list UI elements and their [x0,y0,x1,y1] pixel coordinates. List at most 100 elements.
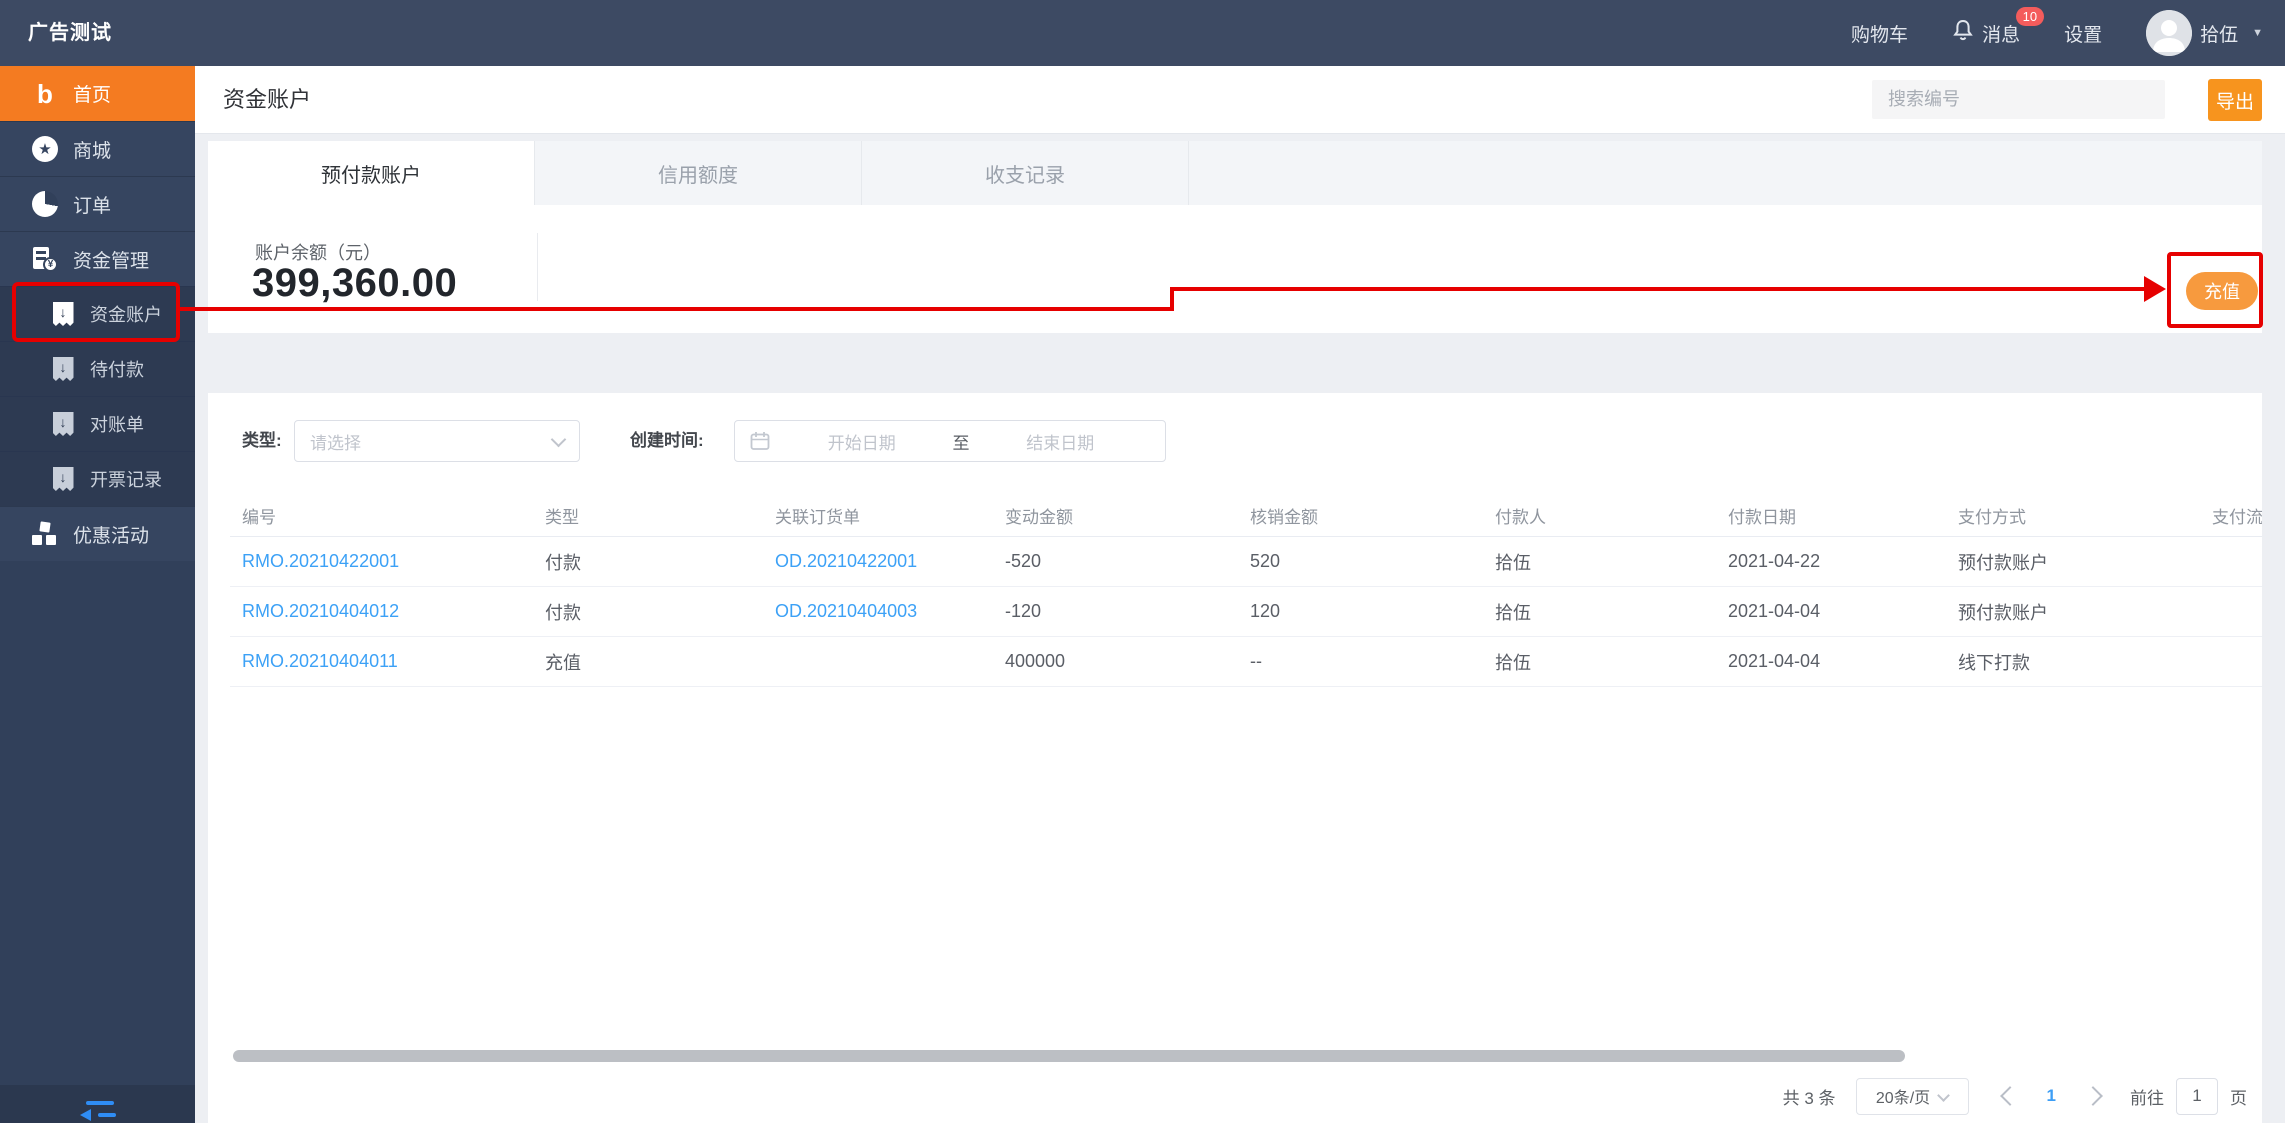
topbar-right: 购物车 消息 10 设置 拾伍 ▼ [1851,0,2263,66]
tab-credit-limit[interactable]: 信用额度 [535,141,862,205]
page-unit-label: 页 [2230,1088,2247,1108]
col-header-type: 类型 [533,495,763,537]
sidebar-item-label: 商城 [73,140,112,162]
messages-link[interactable]: 消息 10 [1952,7,2045,48]
record-id-link[interactable]: RMO.20210404011 [242,651,398,671]
goto-page-input[interactable] [2176,1077,2218,1115]
record-date: 2021-04-04 [1716,586,1946,637]
avatar [2146,10,2193,56]
topbar: 广告测试 购物车 消息 10 设置 拾伍 ▼ [0,0,2285,66]
sidebar-item-label: 开票记录 [90,470,162,490]
order-link[interactable]: OD.20210422001 [775,551,917,571]
sidebar-item-home[interactable]: b 首页 [0,66,195,121]
record-writeoff: -- [1238,636,1483,687]
chevron-down-icon [550,431,567,447]
record-id-link[interactable]: RMO.20210422001 [242,551,399,571]
col-header-serial: 支付流水 [2200,495,2262,537]
record-change: -120 [993,586,1238,637]
record-writeoff: 120 [1238,586,1483,637]
sidebar-item-label: 首页 [73,85,112,106]
col-header-method: 支付方式 [1946,495,2200,537]
username-label: 拾伍 [2200,24,2239,46]
col-header-payer: 付款人 [1483,495,1716,537]
messages-label: 消息 [1982,24,2021,46]
pagination: 共 3 条 20条/页 1 前往 页 [1783,1076,2247,1116]
calendar-icon [749,430,771,452]
page-size-select[interactable]: 20条/页 [1855,1077,1969,1115]
settings-link[interactable]: 设置 [2064,20,2102,47]
horizontal-scrollbar[interactable] [233,1050,1905,1062]
col-header-change: 变动金额 [993,495,1238,537]
sidebar-item-orders[interactable]: 订单 [0,176,195,231]
sidebar-item-label: 优惠活动 [73,525,150,547]
range-separator: 至 [952,433,970,453]
page-number-current[interactable]: 1 [2047,1086,2056,1106]
record-id-link[interactable]: RMO.20210404012 [242,601,399,621]
document-yen-icon: ¥ [32,246,58,272]
page-header: 资金账户 导出 [195,66,2285,134]
records-card: 类型: 请选择 创建时间: 开始日期 至 结束日期 编号 类型 关联订货单 变动… [208,393,2262,1123]
sidebar-item-fund-management[interactable]: ¥ 资金管理 [0,231,195,286]
export-button[interactable]: 导出 [2208,79,2262,121]
type-filter-label: 类型: [242,431,282,450]
record-serial [2200,536,2262,587]
end-date-field[interactable]: 结束日期 [970,429,1152,454]
tab-bar: 预付款账户 信用额度 收支记录 [208,141,2262,205]
clock-icon [32,191,58,217]
sidebar: b 首页 ★ 商城 订单 ¥ 资金管理 ↓ 资金账户 ↓ 待付款 ↓ 对账单 ↓ [0,66,195,1123]
start-date-field[interactable]: 开始日期 [771,429,953,454]
col-header-date: 付款日期 [1716,495,1946,537]
sidebar-item-mall[interactable]: ★ 商城 [0,121,195,176]
sidebar-item-pending-payment[interactable]: ↓ 待付款 [0,341,195,396]
next-page-icon[interactable] [2083,1086,2103,1106]
table-row: RMO.20210422001 付款 OD.20210422001 -520 5… [230,536,2262,587]
sidebar-footer [0,1085,195,1123]
sidebar-item-statement[interactable]: ↓ 对账单 [0,396,195,451]
sidebar-item-label: 资金管理 [73,250,150,272]
table-row: RMO.20210404012 付款 OD.20210404003 -120 1… [230,586,2262,637]
sidebar-item-invoice-records[interactable]: ↓ 开票记录 [0,451,195,506]
record-type: 付款 [533,586,763,637]
star-circle-icon: ★ [32,136,58,162]
record-date: 2021-04-04 [1716,636,1946,687]
records-table: 编号 类型 关联订货单 变动金额 核销金额 付款人 付款日期 支付方式 支付流水… [230,495,2262,687]
record-change: 400000 [993,636,1238,687]
order-link[interactable]: OD.20210404003 [775,601,917,621]
table-row: RMO.20210404011 充值 400000 -- 拾伍 2021-04-… [230,636,2262,687]
app-window: 广告测试 购物车 消息 10 设置 拾伍 ▼ b 首页 ★ 商城 订单 ¥ 资金… [0,0,2285,1123]
record-method: 预付款账户 [1946,586,2200,637]
sidebar-item-label: 资金账户 [90,305,162,325]
recharge-button[interactable]: 充值 [2186,272,2258,310]
record-method: 预付款账户 [1946,536,2200,587]
receipt-icon: ↓ [50,301,76,327]
tab-income-expense-records[interactable]: 收支记录 [862,141,1189,205]
record-method: 线下打款 [1946,636,2200,687]
col-header-id: 编号 [230,495,533,537]
receipt-icon: ↓ [50,411,76,437]
type-select[interactable]: 请选择 [294,420,580,462]
page-title: 资金账户 [223,87,312,112]
blocks-icon [32,520,58,547]
record-change: -520 [993,536,1238,587]
goto-label: 前往 [2130,1088,2164,1108]
record-date: 2021-04-22 [1716,536,1946,587]
sidebar-item-fund-account[interactable]: ↓ 资金账户 [0,286,195,341]
sidebar-item-label: 对账单 [90,415,144,435]
pagination-total: 共 3 条 [1782,1088,1836,1108]
prev-page-icon[interactable] [1999,1086,2020,1106]
user-menu[interactable]: 拾伍 ▼ [2146,10,2263,56]
balance-value: 399,360.00 [252,261,458,305]
col-header-writeoff: 核销金额 [1238,495,1483,537]
search-input[interactable] [1872,80,2165,119]
bell-icon [1952,18,1974,48]
receipt-icon: ↓ [50,356,76,382]
record-writeoff: 520 [1238,536,1483,587]
date-range-picker[interactable]: 开始日期 至 结束日期 [734,420,1166,462]
record-type: 充值 [533,636,763,687]
collapse-menu-icon[interactable] [80,1101,120,1123]
record-payer: 拾伍 [1483,536,1716,587]
cart-link[interactable]: 购物车 [1851,20,1908,47]
tab-prepaid-account[interactable]: 预付款账户 [208,141,535,205]
record-payer: 拾伍 [1483,636,1716,687]
sidebar-item-promotions[interactable]: 优惠活动 [0,506,195,561]
